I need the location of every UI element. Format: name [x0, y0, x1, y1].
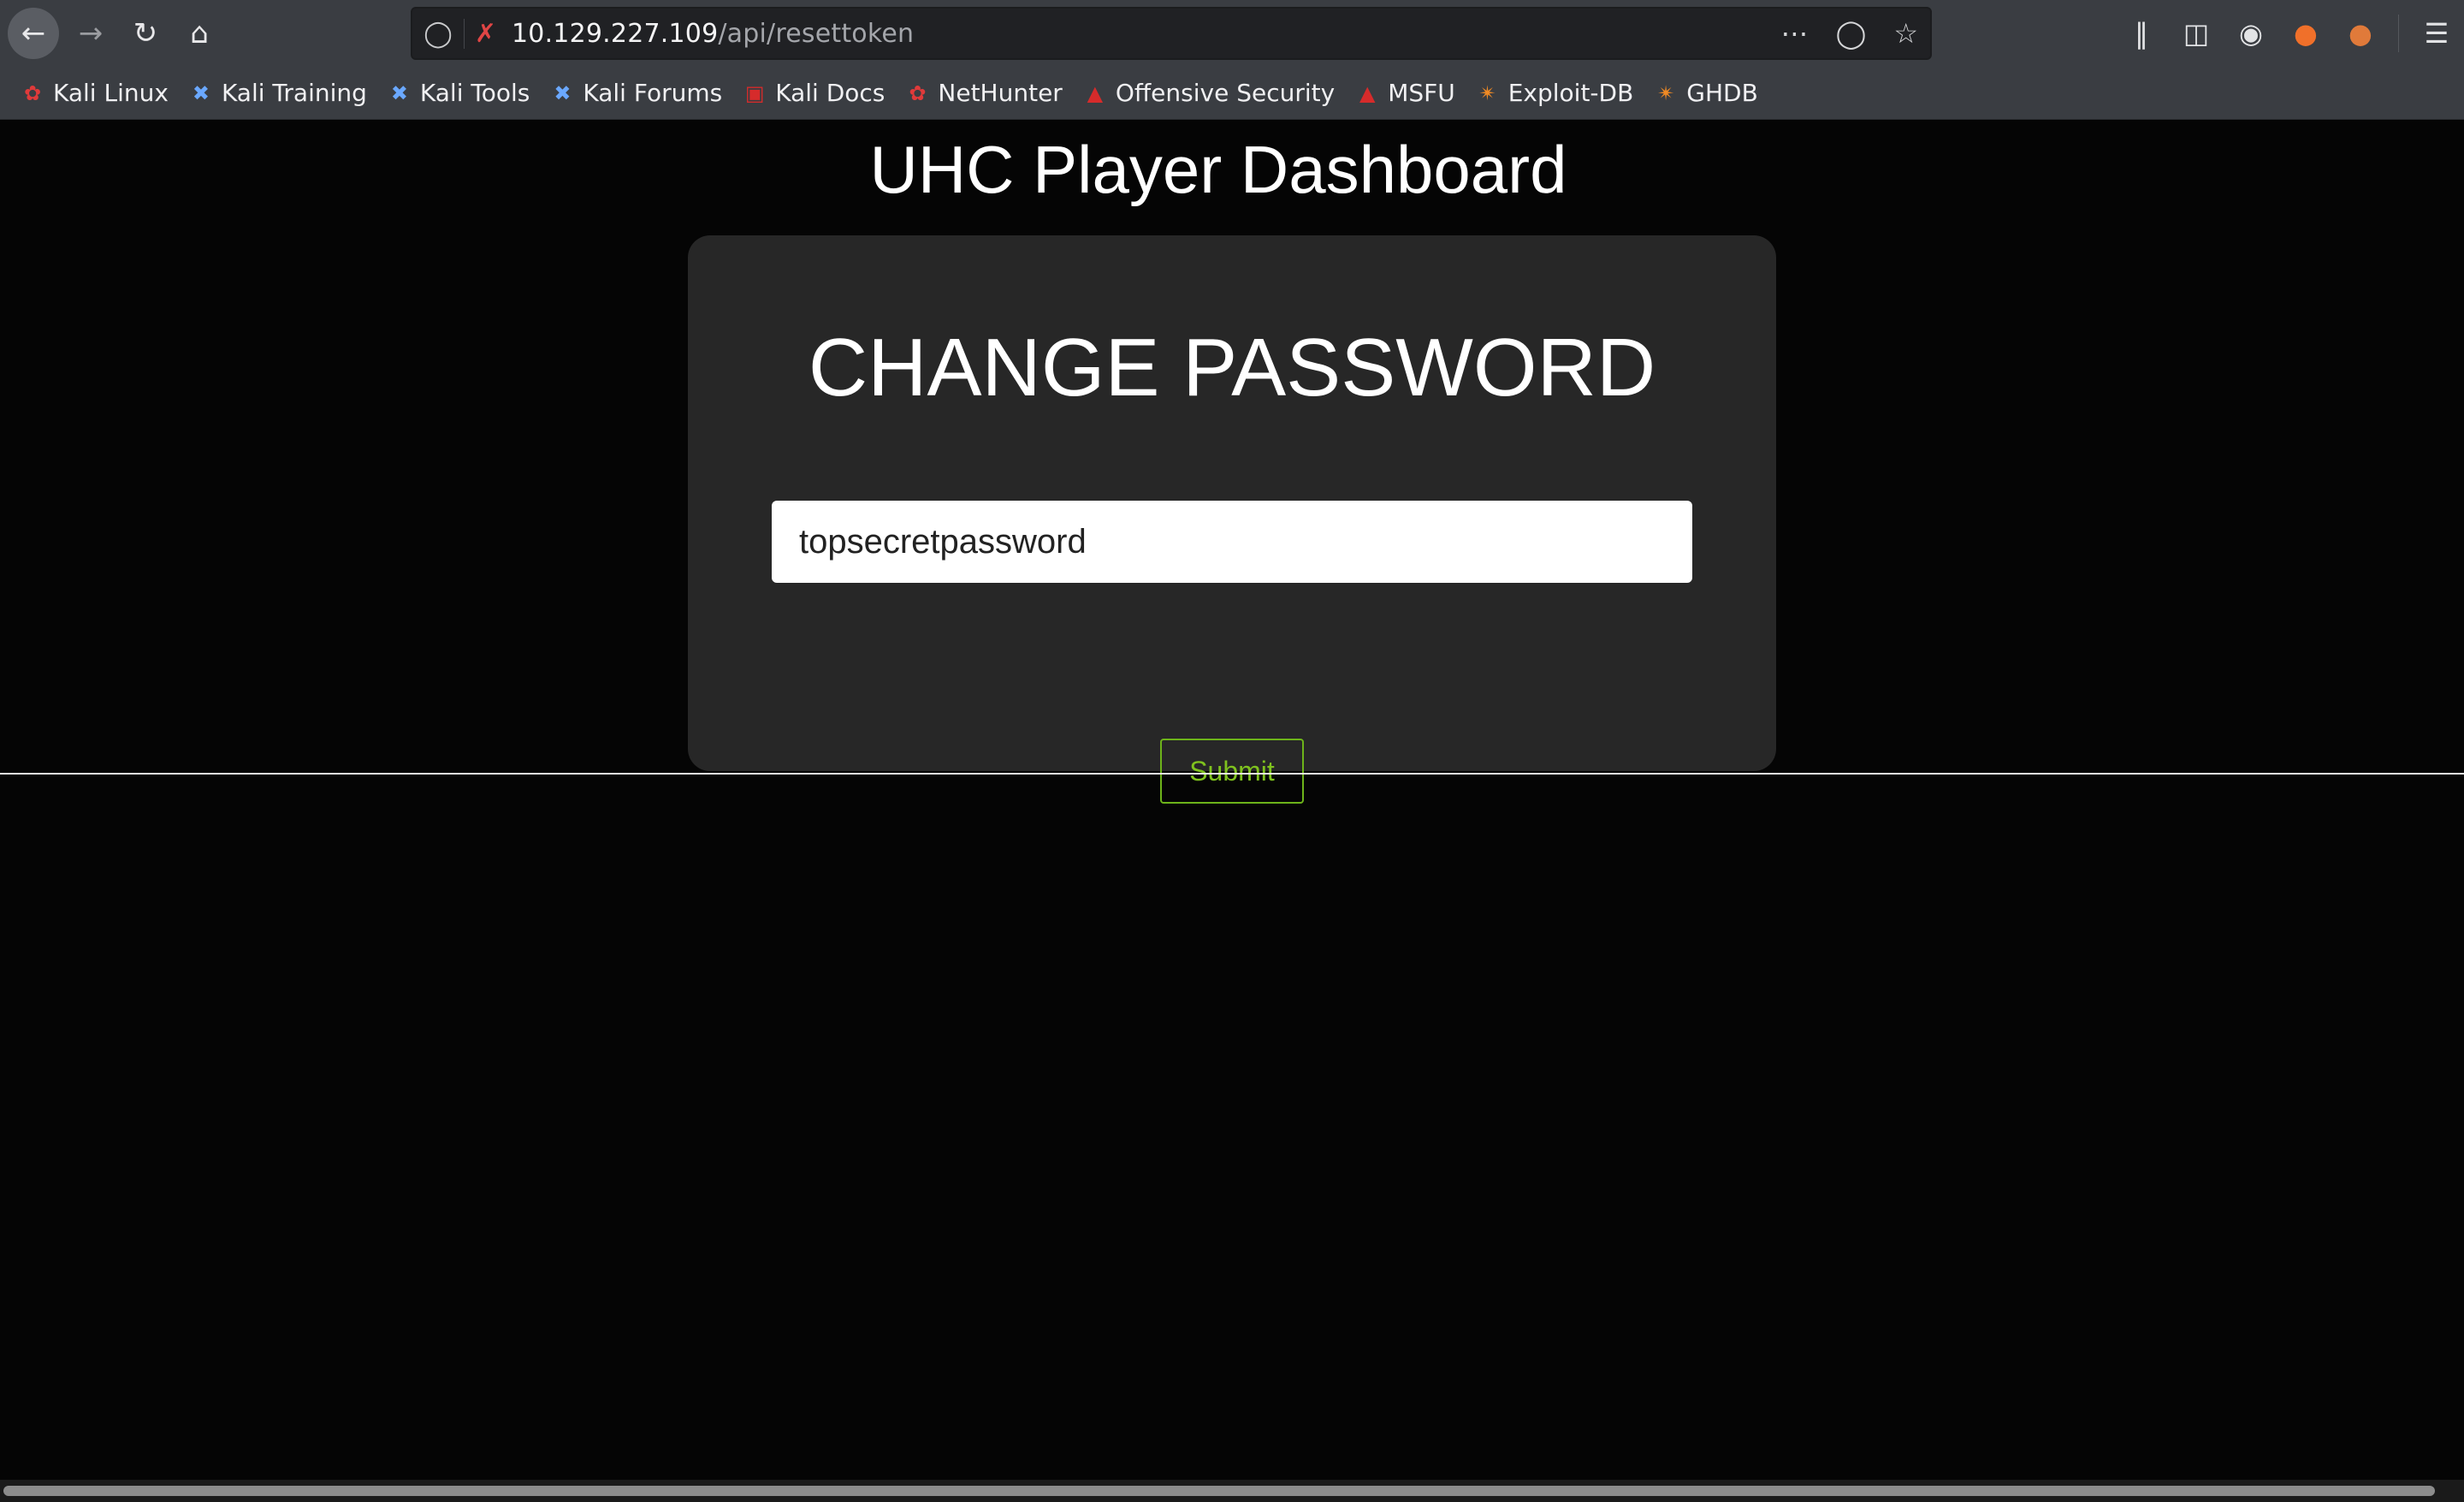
extension-icon[interactable]: ● [2278, 17, 2333, 50]
bookmark-kali-forums[interactable]: ✖ Kali Forums [548, 79, 722, 107]
kali-tool-icon: ✖ [390, 80, 408, 105]
bookmark-label: Kali Docs [775, 79, 886, 107]
horizontal-divider [0, 773, 2464, 775]
kali-tool-icon: ✖ [554, 80, 572, 105]
bookmark-kali-linux[interactable]: ✿ Kali Linux [19, 79, 169, 107]
offsec-icon: ▲ [1359, 80, 1376, 105]
reload-icon: ↻ [133, 16, 158, 50]
bookmark-nethunter[interactable]: ✿ NetHunter [903, 79, 1062, 107]
bookmark-kali-training[interactable]: ✖ Kali Training [187, 79, 367, 107]
url-path: /api/resettoken [718, 18, 915, 49]
scrollbar-thumb[interactable] [3, 1486, 2435, 1496]
kali-dragon-icon: ✿ [909, 80, 927, 105]
back-button[interactable]: ← [8, 8, 59, 59]
bookmark-msfu[interactable]: ▲ MSFU [1353, 79, 1455, 107]
library-icon[interactable]: ‖ [2114, 17, 2169, 50]
password-input[interactable] [772, 501, 1692, 583]
bookmark-label: Offensive Security [1115, 79, 1336, 107]
bookmark-label: Kali Tools [419, 79, 530, 107]
horizontal-scrollbar[interactable] [0, 1480, 2464, 1502]
change-password-card: CHANGE PASSWORD Submit [688, 235, 1776, 804]
sidebar-icon[interactable]: ◫ [2169, 17, 2224, 50]
forward-icon: → [78, 16, 104, 50]
bookmark-ghdb[interactable]: ✴ GHDB [1652, 79, 1758, 107]
back-icon: ← [21, 16, 46, 50]
shield-icon[interactable]: ◯ [412, 19, 464, 49]
bookmark-label: GHDB [1686, 79, 1758, 107]
star-icon[interactable]: ☆ [1893, 17, 1918, 50]
extension-icon-2[interactable]: ● [2333, 17, 2388, 50]
browser-toolbar: ← → ↻ ⌂ ◯ ✗ 10.129.227.109/api/resettoke… [0, 0, 2464, 67]
url-bar[interactable]: ◯ ✗ 10.129.227.109/api/resettoken ⋯ ◯ ☆ [411, 7, 1932, 60]
bookmark-kali-docs[interactable]: ▣ Kali Docs [741, 79, 886, 107]
card-title: CHANGE PASSWORD [808, 322, 1656, 413]
kali-dragon-icon: ✿ [23, 80, 42, 105]
home-icon: ⌂ [190, 16, 209, 50]
kali-tool-icon: ✖ [192, 80, 210, 105]
offsec-icon: ▲ [1087, 80, 1104, 105]
menu-icon[interactable]: ☰ [2409, 17, 2464, 50]
bookmark-label: Kali Training [221, 79, 367, 107]
toolbar-divider [2398, 15, 2399, 52]
exploitdb-icon: ✴ [1657, 80, 1675, 105]
home-button[interactable]: ⌂ [174, 8, 225, 59]
submit-button[interactable]: Submit [1160, 739, 1304, 804]
page-title: UHC Player Dashboard [869, 132, 1567, 207]
page-content: UHC Player Dashboard CHANGE PASSWORD Sub… [0, 121, 2464, 1502]
forward-button[interactable]: → [65, 8, 116, 59]
bookmark-label: Exploit-DB [1507, 79, 1634, 107]
bookmark-label: NetHunter [938, 79, 1063, 107]
more-icon[interactable]: ⋯ [1781, 17, 1809, 50]
bookmark-kali-tools[interactable]: ✖ Kali Tools [386, 79, 530, 107]
bookmark-label: Kali Linux [53, 79, 169, 107]
url-host: 10.129.227.109 [512, 18, 719, 49]
insecure-lock-icon[interactable]: ✗ [464, 18, 501, 49]
bookmark-label: MSFU [1388, 79, 1455, 107]
exploitdb-icon: ✴ [1478, 80, 1496, 105]
kali-docs-icon: ▣ [744, 80, 765, 105]
bookmarks-bar: ✿ Kali Linux ✖ Kali Training ✖ Kali Tool… [0, 67, 2464, 120]
bookmark-label: Kali Forums [583, 79, 723, 107]
pocket-icon[interactable]: ◯ [1836, 17, 1867, 50]
account-icon[interactable]: ◉ [2224, 17, 2278, 50]
bookmark-offensive-security[interactable]: ▲ Offensive Security [1081, 79, 1336, 107]
reload-button[interactable]: ↻ [120, 8, 171, 59]
bookmark-exploit-db[interactable]: ✴ Exploit-DB [1474, 79, 1634, 107]
url-text[interactable]: 10.129.227.109/api/resettoken [512, 19, 914, 49]
